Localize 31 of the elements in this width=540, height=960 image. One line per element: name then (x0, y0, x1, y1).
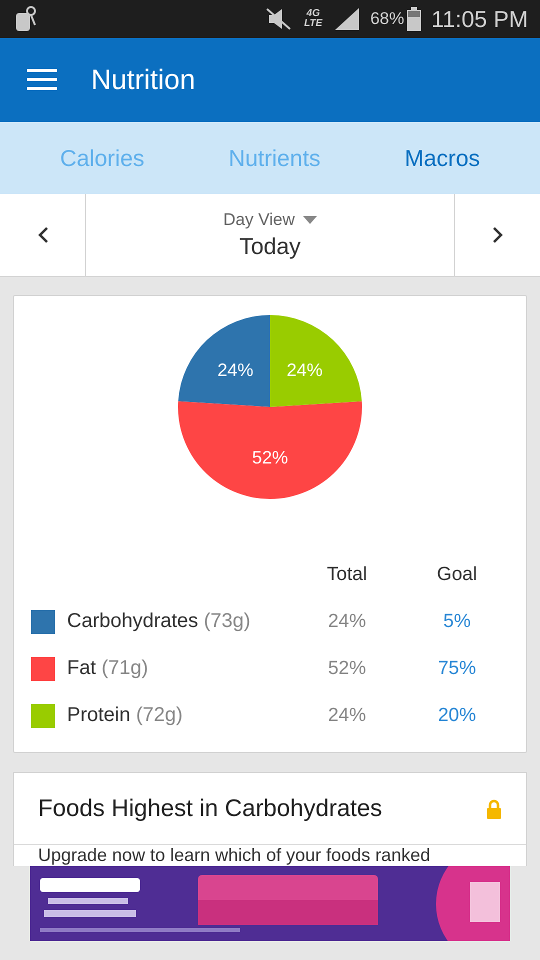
chevron-left-icon (36, 226, 48, 244)
view-dropdown[interactable]: Day View (223, 210, 317, 230)
upgrade-text: Upgrade now to learn which of your foods ranked (37, 845, 432, 866)
macro-name: Protein (72g) (67, 704, 183, 727)
menu-icon[interactable] (27, 69, 57, 91)
battery-icon (407, 7, 422, 31)
tab[interactable]: Macros (374, 122, 510, 194)
mute-icon (266, 7, 292, 31)
goal-percentage: 75% (436, 658, 478, 680)
goal-percentage: 20% (436, 704, 478, 726)
chevron-right-icon (492, 226, 504, 244)
column-header: Total (326, 563, 368, 587)
screen-title: Nutrition (91, 64, 196, 96)
clock-time: 11:05 PM (431, 6, 528, 32)
caret-icon (302, 216, 317, 224)
network-type-icon: 4G LTE (302, 9, 324, 29)
card-title: Foods Highest in Carbohydrates (38, 794, 382, 822)
date-label: Today (239, 233, 301, 260)
total-percentage: 24% (326, 610, 368, 632)
key-tag-icon (14, 5, 38, 33)
goal-percentage: 5% (442, 610, 472, 632)
macro-name: Fat (71g) (67, 657, 148, 680)
total-percentage: 24% (326, 704, 368, 726)
slice-label: 24% (217, 360, 254, 380)
slice-label: 24% (286, 360, 323, 380)
signal-icon (334, 7, 360, 31)
slice-label: 52% (252, 448, 288, 468)
total-percentage: 52% (326, 658, 368, 680)
battery-percentage: 68% (370, 9, 404, 29)
column-header: Goal (436, 563, 478, 587)
macro-name: Carbohydrates (73g) (67, 610, 250, 633)
